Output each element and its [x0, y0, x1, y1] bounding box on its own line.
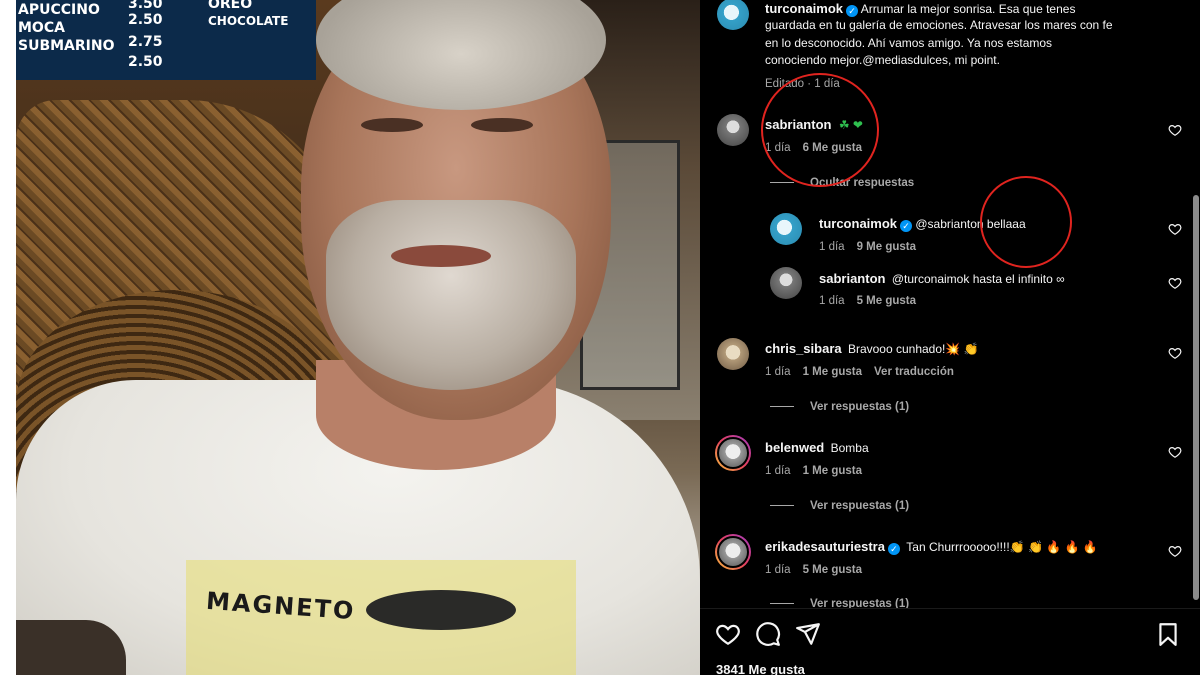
comment-avatar[interactable]	[715, 435, 751, 471]
comment-meta: 1 día 5 Me gusta	[765, 564, 862, 576]
comment-text: Bravooo cunhado!💥 👏	[847, 342, 979, 356]
comment-meta: 1 día 1 Me gusta Ver traducción	[765, 366, 954, 378]
menu-board: APUCCINO 3.50 MOCA 2.50 SUBMARINO 2.75 2…	[16, 0, 316, 80]
reply: sabrianton @turconaimok hasta el infinit…	[819, 271, 1065, 286]
reply-meta: 1 día 9 Me gusta	[819, 241, 916, 253]
reply-username[interactable]: turconaimok	[819, 216, 897, 231]
heart-icon[interactable]	[1168, 123, 1182, 137]
reply-time: 1 día	[819, 295, 845, 307]
comment-time: 1 día	[765, 366, 791, 378]
caption-line: turconaimok ✓ Arrumar la mejor sonrisa. E…	[765, 1, 1075, 17]
reply-likes[interactable]: 5 Me gusta	[857, 295, 916, 307]
comment-text: Tan Churrrooooo!!!!👏 👏 🔥 🔥 🔥	[906, 540, 1098, 554]
heart-icon[interactable]	[1168, 544, 1182, 558]
comment-time: 1 día	[765, 564, 791, 576]
heart-icon[interactable]	[1168, 276, 1182, 290]
heart-icon[interactable]	[1168, 222, 1182, 236]
left-white-strip	[0, 0, 16, 675]
eye	[361, 118, 423, 132]
reply-avatar[interactable]	[770, 267, 802, 299]
menu-item: OREO	[208, 0, 253, 12]
view-replies-button[interactable]: Ver respuestas (1)	[770, 500, 909, 512]
comment-likes[interactable]: 1 Me gusta	[803, 366, 862, 378]
mouth	[391, 245, 491, 267]
comment-meta: 1 día 1 Me gusta	[765, 465, 862, 477]
menu-price: 2.50	[128, 12, 163, 28]
menu-item: MOCA	[18, 20, 65, 36]
shirt-fish-graphic	[366, 590, 516, 630]
likes-count[interactable]: 3841 Me gusta	[716, 662, 805, 675]
reply-username[interactable]: sabrianton	[819, 271, 885, 286]
caption-line: en lo desconocido. Ahí vamos amigo. Ya n…	[765, 36, 1053, 50]
menu-item: SUBMARINO	[18, 38, 115, 54]
comment-likes[interactable]: 5 Me gusta	[803, 564, 862, 576]
reply-time: 1 día	[819, 241, 845, 253]
annotation-circle	[980, 176, 1072, 268]
comment: chris_sibara Bravooo cunhado!💥 👏	[765, 341, 979, 356]
caption-text: Arrumar la mejor sonrisa. Esa que tenes	[860, 2, 1076, 16]
comment-text: Bomba	[830, 441, 869, 455]
comment-username[interactable]: belenwed	[765, 440, 824, 455]
author-avatar[interactable]	[717, 0, 749, 30]
reply-text: @turconaimok hasta el infinito ∞	[891, 272, 1065, 286]
heart-icon[interactable]	[715, 621, 741, 647]
comment: erikadesauturiestra ✓ Tan Churrrooooo!!!!…	[765, 539, 1098, 555]
comment-icon[interactable]	[755, 621, 781, 647]
comment-avatar[interactable]	[717, 114, 749, 146]
share-icon[interactable]	[795, 621, 821, 647]
verified-icon: ✓	[887, 543, 900, 555]
caption-line: guardada en tu galería de emociones. Atr…	[765, 18, 1113, 32]
caption-line: conociendo mejor.@mediasdulces, mi point…	[765, 53, 1000, 67]
scrollbar-thumb[interactable]	[1193, 195, 1199, 600]
menu-price: 2.50	[128, 54, 163, 70]
menu-price: 2.75	[128, 34, 163, 50]
comment-avatar[interactable]	[717, 338, 749, 370]
action-bar: 3841 Me gusta	[700, 608, 1200, 675]
comments-panel: turconaimok ✓ Arrumar la mejor sonrisa. E…	[700, 0, 1200, 675]
comments-scroll-area[interactable]: turconaimok ✓ Arrumar la mejor sonrisa. E…	[700, 0, 1192, 608]
view-replies-button[interactable]: Ver respuestas (1)	[770, 598, 909, 608]
scrollbar[interactable]	[1192, 0, 1200, 608]
heart-icon[interactable]	[1168, 445, 1182, 459]
comment-username[interactable]: erikadesauturiestra	[765, 539, 885, 554]
comment-username[interactable]: chris_sibara	[765, 341, 842, 356]
annotation-circle	[761, 73, 879, 187]
reply-avatar[interactable]	[770, 213, 802, 245]
comment-avatar[interactable]	[715, 534, 751, 570]
bookmark-icon[interactable]	[1155, 621, 1181, 647]
menu-item: CHOCOLATE	[208, 14, 289, 28]
author-username[interactable]: turconaimok	[765, 1, 843, 16]
reply-likes[interactable]: 9 Me gusta	[857, 241, 916, 253]
eye	[471, 118, 533, 132]
post-photo: APUCCINO 3.50 MOCA 2.50 SUBMARINO 2.75 2…	[16, 0, 700, 675]
reply-meta: 1 día 5 Me gusta	[819, 295, 916, 307]
comment: belenwed Bomba	[765, 440, 869, 455]
verified-icon: ✓	[900, 220, 913, 232]
menu-price: 3.50	[128, 0, 163, 12]
menu-item: APUCCINO	[18, 2, 100, 18]
comment-time: 1 día	[765, 465, 791, 477]
comment-likes[interactable]: 1 Me gusta	[803, 465, 862, 477]
verified-icon: ✓	[846, 5, 859, 17]
heart-icon[interactable]	[1168, 346, 1182, 360]
view-replies-button[interactable]: Ver respuestas (1)	[770, 401, 909, 413]
translate-link[interactable]: Ver traducción	[874, 366, 954, 378]
tattooed-arm	[16, 620, 126, 675]
beard	[326, 200, 576, 390]
